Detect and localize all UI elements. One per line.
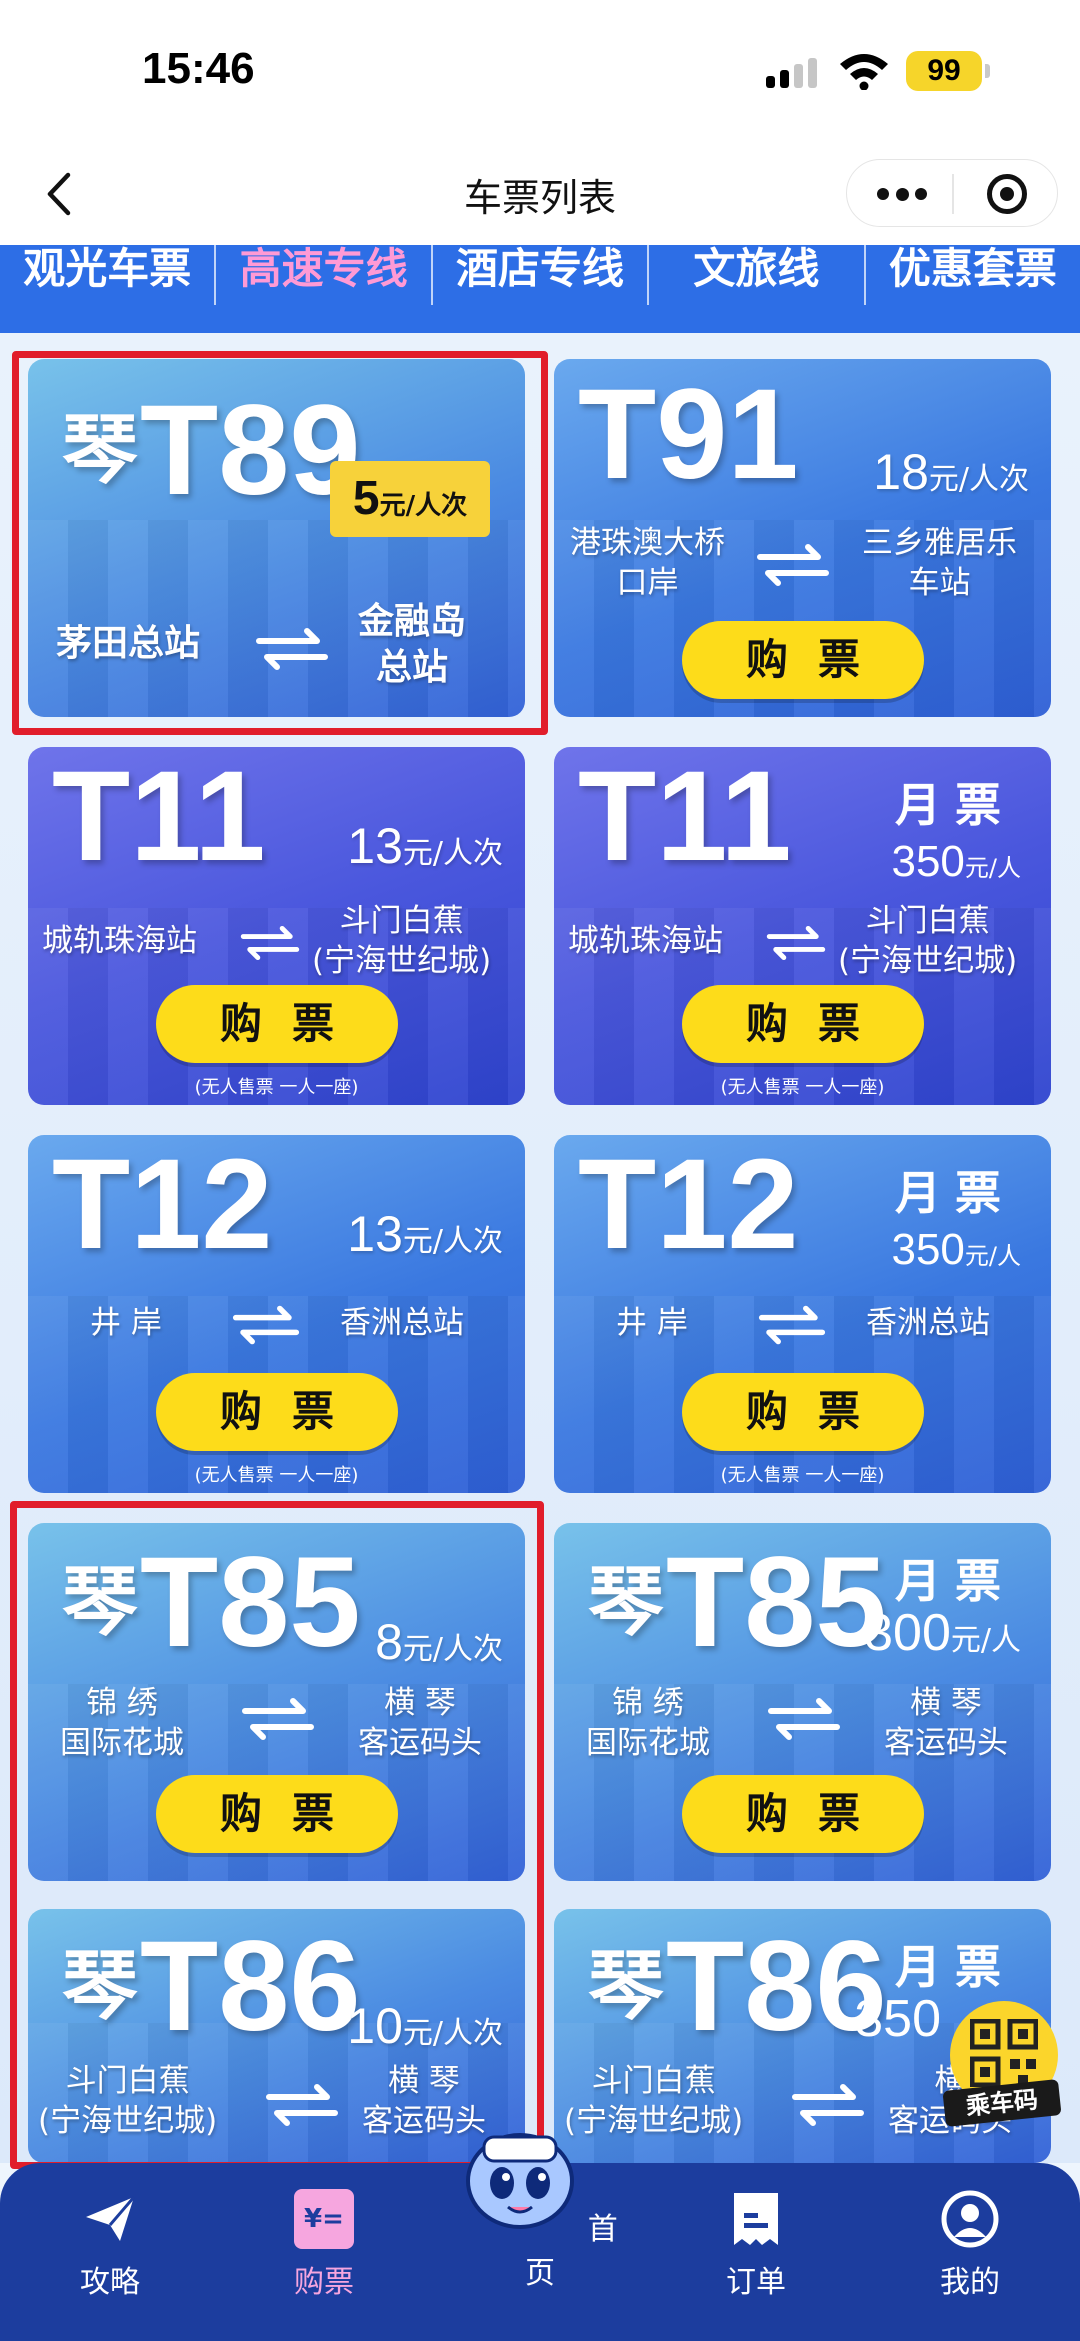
buy-ticket-button[interactable]: 购票 [156,985,398,1063]
battery-indicator: 99 [906,51,990,91]
swap-icon [232,1305,300,1345]
origin-stop: 城轨珠海站 [568,923,723,959]
category-tabs: 观光车票 高速专线 酒店专线 文旅线 优惠套票 [0,245,1080,333]
order-list-icon [734,2193,778,2245]
nav-bar: 车票列表 [0,145,1080,245]
qr-code-icon [970,2019,1038,2087]
price: 300元/人 [864,1604,1021,1662]
destination-stop: 三乡雅居乐 车站 [862,525,1017,601]
ticket-grid: 琴T89 5元/人次 茅田总站 金融岛 总站 T91 18元/人次 港珠澳大桥 口岸… [0,333,1080,2169]
nav-me[interactable]: 我的 [890,2189,1050,2301]
ticket-card-t11-monthly[interactable]: T11 月票 350元/人 城轨珠海站 斗门白蕉 (宁海世纪城) 购票 (无人售票… [554,747,1051,1105]
buy-ticket-button[interactable]: 购票 [682,1775,924,1853]
ticket-card-t91[interactable]: T91 18元/人次 港珠澳大桥 口岸 三乡雅居乐 车站 购票 [554,359,1051,717]
nav-guide[interactable]: 攻略 [30,2189,190,2301]
route-number: 琴T86 [588,1915,887,2058]
destination-stop: 斗门白蕉 (宁海世纪城) [838,903,1018,979]
ticket-card-t85-monthly[interactable]: 琴T85 月票 300元/人 锦 绣国际花城 横 琴客运码头 购票 [554,1523,1051,1881]
ride-qr-code-button[interactable]: 乘车码 [942,2001,1062,2127]
swap-icon [768,1698,840,1740]
wifi-icon [840,54,888,90]
signal-icon [766,58,818,88]
service-note: (无人售票 一人一座) [720,1077,885,1098]
origin-stop: 锦 绣国际花城 [586,1685,710,1761]
nav-home[interactable]: 首页 [460,2123,620,2292]
ticket-card-t12[interactable]: T12 13元/人次 井 岸 香洲总站 购票 (无人售票 一人一座) [28,1135,525,1493]
swap-icon [240,925,300,961]
route-number: T11 [578,747,792,888]
buy-ticket-button[interactable]: 购票 [682,985,924,1063]
tab-sightseeing[interactable]: 观光车票 [0,245,217,305]
destination-stop: 横 琴客运码头 [884,1685,1008,1761]
buy-ticket-button[interactable]: 购票 [156,1373,398,1451]
bottom-nav: 攻略 ¥= 购票 首页 订单 我的 [0,2133,1080,2341]
service-note: (无人售票 一人一座) [194,1465,359,1486]
origin-stop: 井 岸 [90,1305,162,1341]
nav-orders[interactable]: 订单 [676,2189,836,2301]
swap-icon [758,1305,826,1345]
service-note: (无人售票 一人一座) [194,1077,359,1098]
nav-buy[interactable]: ¥= 购票 [244,2189,404,2301]
destination-stop: 香洲总站 [866,1305,990,1341]
swap-icon [766,925,826,961]
destination-stop: 斗门白蕉 (宁海世纪城) [312,903,492,979]
destination-stop: 香洲总站 [340,1305,464,1341]
route-number: T11 [52,747,266,888]
tab-express[interactable]: 高速专线 [216,245,433,305]
tab-culture-travel[interactable]: 文旅线 [649,245,866,305]
tab-package[interactable]: 优惠套票 [866,245,1080,305]
swap-icon [792,2084,864,2126]
more-icon[interactable] [877,186,927,202]
route-number: T12 [578,1135,799,1276]
price: 13元/人次 [347,1206,503,1262]
route-number: T91 [578,363,799,506]
mascot-icon [466,2133,575,2229]
monthly-pass-label: 月票 [895,1940,1015,1994]
monthly-pass-label: 月票 [895,1166,1015,1220]
capsule-divider [952,174,954,214]
price: 350 [854,1990,941,2048]
user-icon [941,2190,999,2248]
ticket-icon: ¥= [294,2189,354,2249]
buy-ticket-button[interactable]: 购票 [682,621,924,699]
service-note: (无人售票 一人一座) [720,1465,885,1486]
route-number: T12 [52,1135,273,1276]
route-number: 琴T85 [588,1531,887,1674]
origin-stop: 港珠澳大桥 口岸 [570,525,725,601]
mini-program-capsule [846,159,1058,227]
monthly-pass-label: 月票 [895,1554,1015,1608]
swap-icon [757,544,829,586]
origin-stop: 城轨珠海站 [42,923,197,959]
ticket-card-t12-monthly[interactable]: T12 月票 350元/人 井 岸 香洲总站 购票 (无人售票 一人一座) [554,1135,1051,1493]
tab-hotel[interactable]: 酒店专线 [433,245,650,305]
highlight-box-t89 [12,351,548,735]
paper-plane-icon [86,2196,136,2241]
buy-ticket-button[interactable]: 购票 [682,1373,924,1451]
price: 350元/人 [891,837,1021,886]
ticket-card-t11[interactable]: T11 13元/人次 城轨珠海站 斗门白蕉 (宁海世纪城) 购票 (无人售票 一人… [28,747,525,1105]
close-mini-program-icon[interactable] [987,174,1027,214]
price: 18元/人次 [873,444,1029,500]
price: 350元/人 [891,1225,1021,1274]
status-bar: 15:46 99 [0,0,1080,145]
origin-stop: 井 岸 [616,1305,688,1341]
price: 13元/人次 [347,818,503,874]
highlight-box-t85-t86 [10,1501,544,2169]
monthly-pass-label: 月票 [895,778,1015,832]
status-time: 15:46 [142,44,255,93]
